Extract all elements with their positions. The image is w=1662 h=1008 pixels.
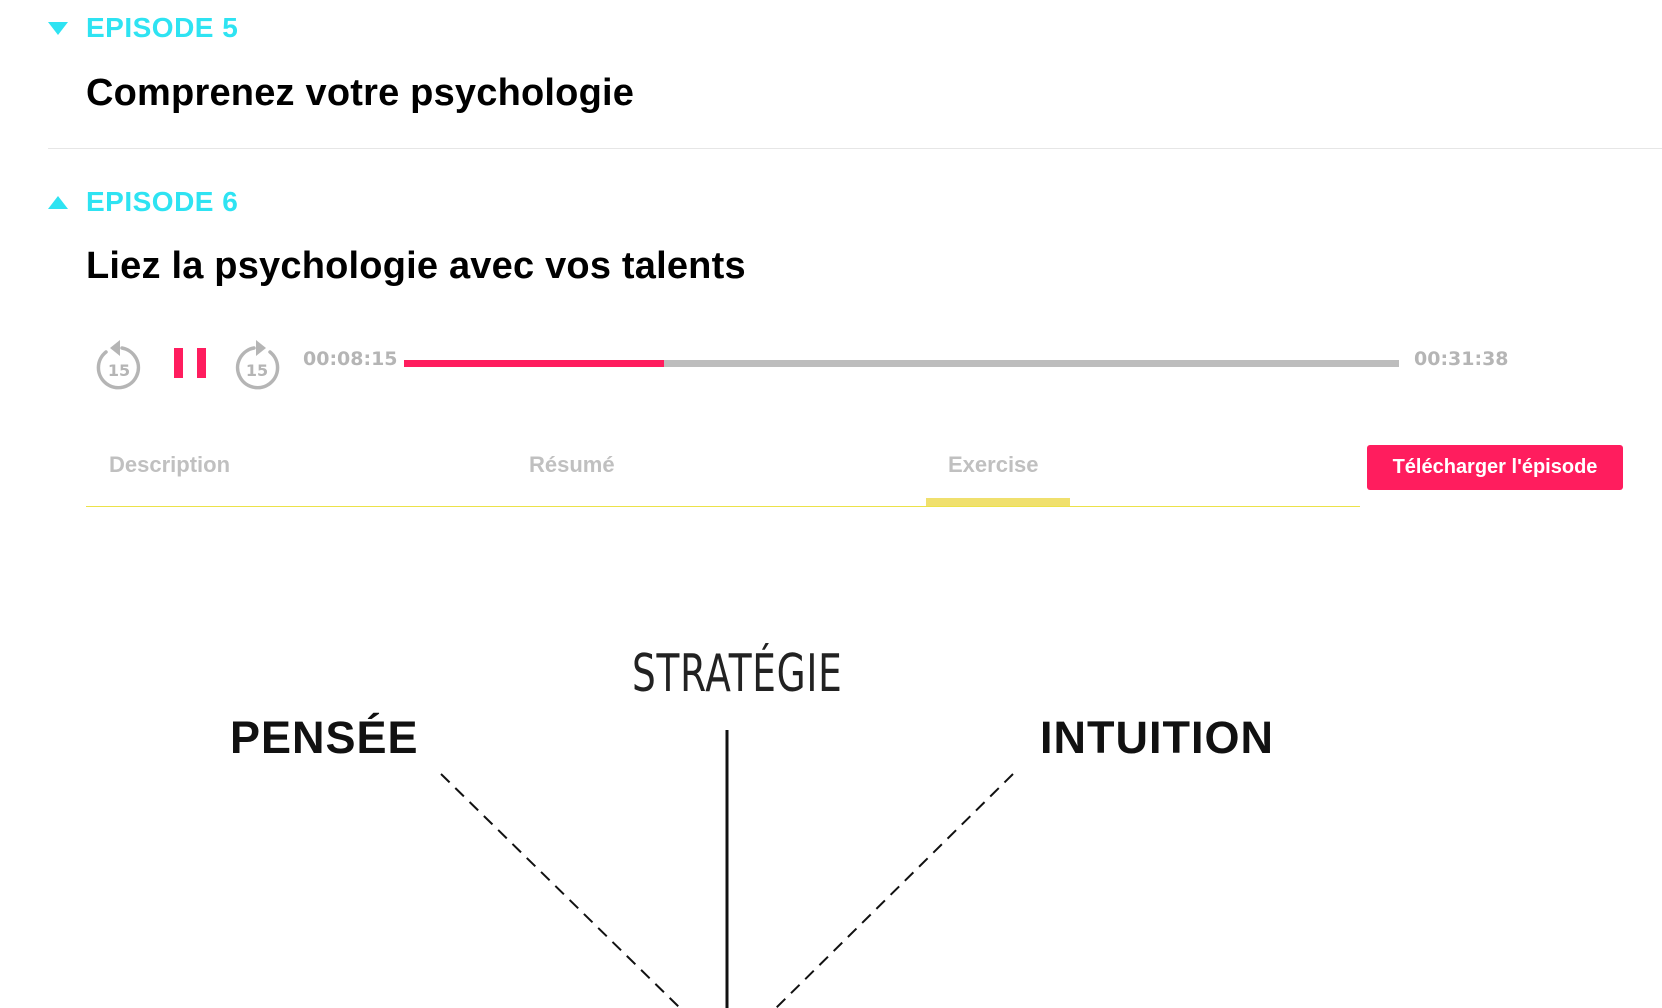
exercise-diagram: STRATÉGIE PENSÉE INTUITION	[0, 600, 1662, 1008]
pensee-label: PENSÉE	[230, 712, 419, 763]
intuition-label: INTUITION	[1040, 712, 1274, 763]
caret-up-icon[interactable]	[48, 195, 68, 209]
forward-15-icon: 15	[235, 340, 280, 390]
total-time: 00:31:38	[1414, 348, 1509, 370]
progress-fill	[404, 360, 664, 367]
download-episode-button[interactable]: Télécharger l'épisode	[1367, 445, 1623, 490]
rewind-15-icon: 15	[96, 340, 141, 390]
current-time: 00:08:15	[303, 348, 398, 370]
episode-divider	[48, 148, 1662, 149]
active-tab-indicator	[926, 498, 1070, 506]
episode-6-header[interactable]: EPISODE 6	[48, 186, 238, 218]
progress-track[interactable]	[404, 360, 1399, 367]
pause-icon-bar	[197, 348, 206, 378]
tab-resume[interactable]: Résumé	[529, 452, 615, 478]
episode-5-header[interactable]: EPISODE 5	[48, 12, 238, 44]
pause-icon	[174, 348, 183, 378]
pause-button[interactable]	[174, 348, 208, 378]
episode-5-title[interactable]: Comprenez votre psychologie	[86, 72, 634, 115]
episode-5-label: EPISODE 5	[86, 12, 239, 43]
left-dashed-line	[440, 773, 681, 1008]
episode-6-label: EPISODE 6	[86, 186, 239, 217]
rewind-seconds: 15	[108, 361, 130, 380]
episode-6-title: Liez la psychologie avec vos talents	[86, 245, 746, 287]
tab-exercise[interactable]: Exercise	[948, 452, 1039, 478]
forward-15-button[interactable]: 15	[232, 336, 282, 392]
rewind-15-button[interactable]: 15	[94, 336, 144, 392]
audio-player: 15 15 00:08:15 00:31:38	[94, 332, 1514, 392]
strategie-label: STRATÉGIE	[632, 644, 843, 704]
caret-down-icon[interactable]	[48, 21, 68, 35]
forward-seconds: 15	[246, 361, 268, 380]
tab-description[interactable]: Description	[109, 452, 230, 478]
content-tabs: Description Résumé Exercise	[86, 440, 1360, 507]
right-dashed-line	[775, 773, 1014, 1008]
